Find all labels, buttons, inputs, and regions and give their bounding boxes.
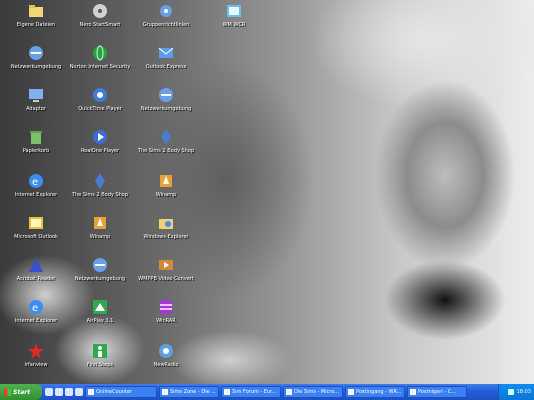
settings-icon: [160, 5, 172, 17]
desktop-icon[interactable]: Netzwerkumgebung: [64, 256, 136, 282]
taskbar-button[interactable]: Sim Forum - Eur...: [221, 386, 281, 398]
desktop-icon[interactable]: The Sims 2 Body Shop: [130, 128, 202, 154]
desktop-icon[interactable]: Winamp: [130, 172, 202, 198]
svg-text:e: e: [32, 177, 38, 188]
winamp-icon: [94, 217, 106, 229]
quicktime-icon: [93, 88, 107, 102]
ie-icon[interactable]: [45, 388, 53, 396]
window-icon: [88, 389, 94, 395]
system-tray: 18:03: [498, 384, 534, 400]
desktop-icon[interactable]: e Internet Explorer: [0, 298, 72, 324]
desktop-icon[interactable]: [55, 388, 63, 396]
desktop-icon[interactable]: Netzwerkumgebung: [130, 86, 202, 112]
computer-icon: [29, 89, 43, 102]
clock[interactable]: 18:03: [517, 389, 531, 395]
desktop-icon[interactable]: Winamp: [64, 214, 136, 240]
nero-icon: [93, 4, 107, 18]
desktop: Eigene Dateien Netzwerkumgebung Adaptor …: [0, 0, 534, 384]
desktop-icon[interactable]: First Steps: [64, 342, 136, 368]
desktop-icon[interactable]: Norton Internet Security: [64, 44, 136, 70]
desktop-icon[interactable]: WinRAR: [130, 298, 202, 324]
taskbar-button[interactable]: OnlineCounter: [85, 386, 157, 398]
desktop-icon[interactable]: Windows-Explorer: [130, 214, 202, 240]
network-icon: [159, 88, 173, 102]
tray-icon[interactable]: [507, 389, 514, 395]
desktop-icon[interactable]: QuickTime Player: [64, 86, 136, 112]
radio-icon: [159, 344, 173, 358]
wm-icon: [227, 5, 241, 17]
mail-icon: [158, 47, 174, 58]
outlook-icon: [29, 217, 43, 229]
desktop-icon[interactable]: Netzwerkumgebung: [0, 44, 72, 70]
desktop-icon[interactable]: e Internet Explorer: [0, 172, 72, 198]
sims-icon: [161, 129, 171, 145]
desktop-icon[interactable]: Nero StartSmart: [64, 2, 136, 28]
first-steps-icon: [93, 344, 107, 358]
desktop-icon[interactable]: WMPPB Video Convert: [130, 256, 202, 282]
folder-icon: [29, 5, 43, 17]
desktop-icon[interactable]: Gruppenrichtlinien: [130, 2, 202, 28]
desktop-icon[interactable]: Eigene Dateien: [0, 2, 72, 28]
desktop-icon[interactable]: Papierkorb: [0, 128, 72, 154]
desktop-icon[interactable]: Outlook Express: [130, 44, 202, 70]
window-icon: [286, 389, 292, 395]
video-icon: [159, 260, 173, 270]
windows-logo-icon: [4, 388, 11, 396]
desktop-icon[interactable]: Microsoft Outlook: [0, 214, 72, 240]
taskbar-button[interactable]: Postingang - WR...: [345, 386, 405, 398]
ie-icon: e: [29, 174, 43, 188]
window-icon: [348, 389, 354, 395]
winrar-icon: [160, 300, 172, 314]
airplay-icon: [93, 300, 107, 314]
irfanview-icon: [28, 343, 44, 359]
taskbar-button[interactable]: Postnigeri - C...: [407, 386, 467, 398]
taskbar-button[interactable]: Die Sims - Micro...: [283, 386, 343, 398]
window-icon: [224, 389, 230, 395]
player-icon: [93, 130, 107, 144]
ie-icon: e: [29, 300, 43, 314]
network-icon: [93, 258, 107, 272]
desktop-icon[interactable]: irfanview: [0, 342, 72, 368]
recycle-bin-icon: [30, 131, 42, 144]
window-icon: [162, 389, 168, 395]
acrobat-icon: [29, 258, 43, 272]
quick-launch: [45, 388, 83, 396]
start-button[interactable]: Start: [0, 384, 42, 400]
taskbar: Start OnlineCounter Sims Zone - Die ... …: [0, 384, 534, 400]
desktop-icon[interactable]: The Sims 2 Body Shop: [64, 172, 136, 198]
winamp-icon: [160, 175, 172, 187]
desktop-icon[interactable]: NewRadio: [130, 342, 202, 368]
svg-text:e: e: [32, 303, 38, 314]
desktop-icon[interactable]: Acrobat Reader: [0, 256, 72, 282]
network-icon: [29, 46, 43, 60]
explorer-icon: [159, 219, 173, 229]
globe-icon: [93, 45, 107, 61]
desktop-icon[interactable]: AirPlay 3.1: [64, 298, 136, 324]
desktop-icon[interactable]: RealOne Player: [64, 128, 136, 154]
media-icon[interactable]: [75, 388, 83, 396]
desktop-icon[interactable]: Adaptor: [0, 86, 72, 112]
taskbar-button[interactable]: Sims Zone - Die ...: [159, 386, 219, 398]
mail-icon[interactable]: [65, 388, 73, 396]
desktop-icon[interactable]: WM WCR: [198, 2, 270, 28]
start-label: Start: [13, 388, 31, 396]
sims-icon: [95, 173, 105, 189]
window-icon: [410, 389, 416, 395]
